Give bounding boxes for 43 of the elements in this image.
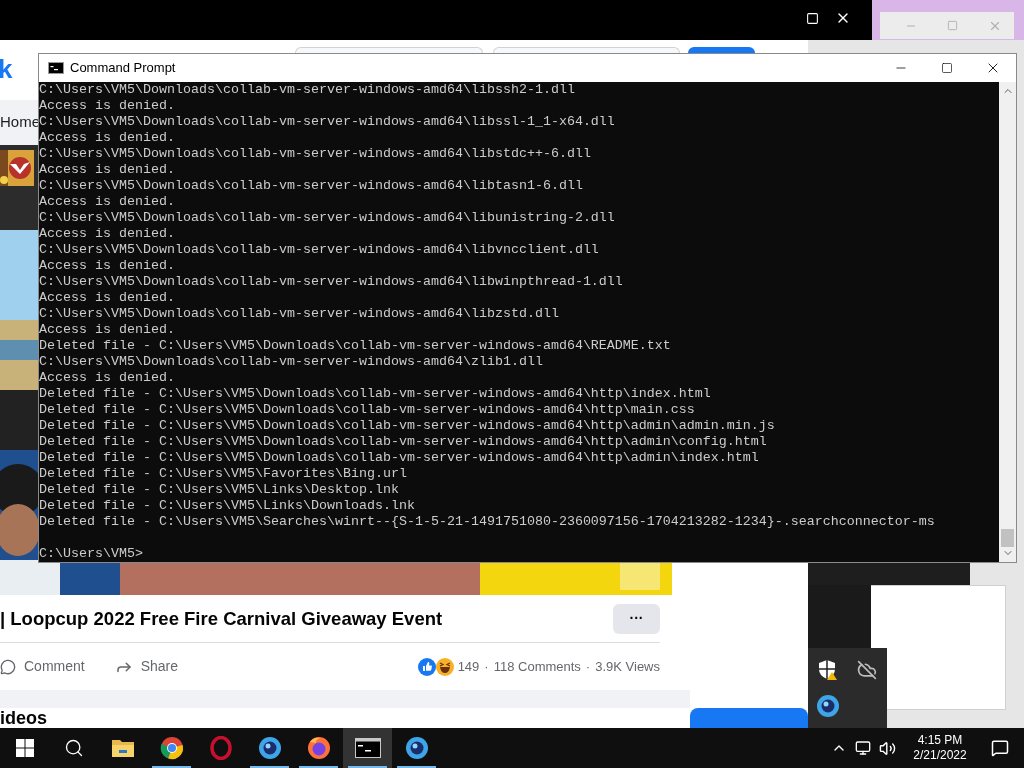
console-line: Deleted file - C:\Users\VM5\Links\Desktop.lnk [39,482,399,498]
section-heading: ideos [0,708,47,728]
share-button[interactable]: Share [114,656,179,677]
console-line: C:\Users\VM5\Downloads\collab-vm-server-windows-amd64\libtasn1-6.dll [39,178,583,194]
console-line: C:\Users\VM5\Downloads\collab-vm-server-windows-amd64\libzstd.dll [39,306,559,322]
console-line: C:\Users\VM5\Downloads\collab-vm-server-windows-amd64\libssl-1_1-x64.dll [39,114,615,130]
console-line: Access is denied. [39,98,175,114]
separator-dot: · [484,657,489,676]
console-line: Access is denied. [39,290,175,306]
site-logo[interactable]: k [0,56,13,82]
console-line: C:\Users\VM5\Downloads\collab-vm-server-windows-amd64\zlib1.dll [39,354,543,370]
console-line: Deleted file - C:\Users\VM5\Links\Downloads.lnk [39,498,415,514]
clock[interactable]: 4:15 PM 2/21/2022 [904,733,976,763]
console-line: Access is denied. [39,258,175,274]
post-title: | Loopcup 2022 Free Fire Carnival Giveaway Event [0,606,443,631]
console-line: C:\Users\VM5\Downloads\collab-vm-server-windows-amd64\libstdc++-6.dll [39,146,591,162]
console-line: Access is denied. [39,194,175,210]
console-line: Access is denied. [39,370,175,386]
reaction-count[interactable]: 149 [457,656,480,677]
nav-item[interactable]: Home [0,111,40,134]
more-button[interactable]: ··· [613,603,660,634]
console-line: Deleted file - C:\Users\VM5\Downloads\collab-vm-server-windows-amd64\README.txt [39,338,671,354]
console-line: Access is denied. [39,162,175,178]
console-line: Access is denied. [39,322,175,338]
console-line: C:\Users\VM5\Downloads\collab-vm-server-windows-amd64\libwinpthread-1.dll [39,274,623,290]
console-line: C:\Users\VM5\Downloads\collab-vm-server-windows-amd64\libunistring-2.dll [39,210,615,226]
console-line: C:\Users\VM5\Downloads\collab-vm-server-windows-amd64\libssh2-1.dll [39,82,575,98]
console-line: Deleted file - C:\Users\VM5\Downloads\collab-vm-server-windows-amd64\http\admin\config.html [39,434,767,450]
console-line: Deleted file - C:\Users\VM5\Favorites\Bing.url [39,466,407,482]
console-line: Deleted file - C:\Users\VM5\Downloads\collab-vm-server-windows-amd64\http\index.html [39,386,711,402]
post-stat[interactable]: 3.9K Views [595,656,660,677]
post-stat[interactable]: 118 Comments [493,656,581,677]
separator-dot: · [585,657,591,676]
comment-button[interactable]: Comment [0,656,85,677]
console-line: Access is denied. [39,226,175,242]
console-line: C:\Users\VM5\Downloads\collab-vm-server-windows-amd64\libvncclient.dll [39,242,599,258]
console-line: Deleted file - C:\Users\VM5\Downloads\collab-vm-server-windows-amd64\http\admin\admin.min.js [39,418,775,434]
console-prompt[interactable]: C:\Users\VM5> [39,546,143,562]
console-line: Deleted file - C:\Users\VM5\Searches\winrt--{S-1-5-21-1491751080-2360097156-1704213282-1234}-.searchconnector-ms [39,514,935,530]
console-line: Deleted file - C:\Users\VM5\Downloads\collab-vm-server-windows-amd64\http\main.css [39,402,695,418]
console-line: Access is denied. [39,130,175,146]
console-line: Deleted file - C:\Users\VM5\Downloads\collab-vm-server-windows-amd64\http\admin\index.html [39,450,759,466]
window-title: Command Prompt [70,59,176,78]
